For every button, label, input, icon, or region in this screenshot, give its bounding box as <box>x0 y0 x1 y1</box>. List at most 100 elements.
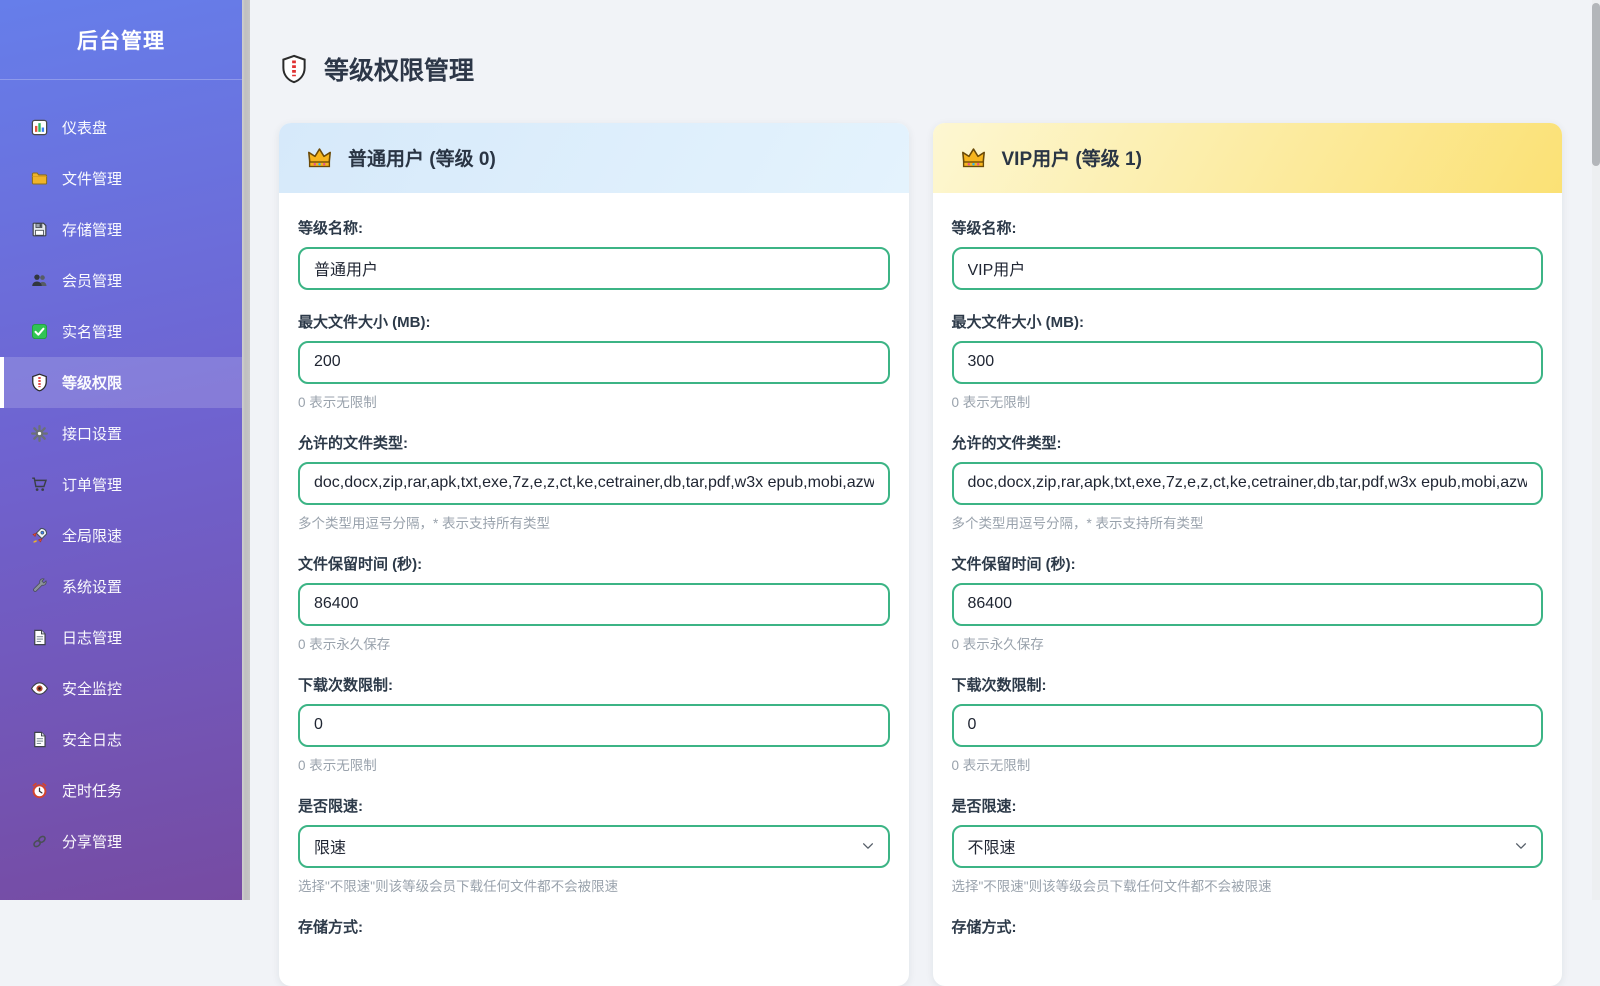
floppy-disk-icon <box>30 220 49 239</box>
level-name-label: 等级名称: <box>952 217 1544 238</box>
sidebar-item-members[interactable]: 会员管理 <box>0 255 242 306</box>
sidebar-item-realname[interactable]: 实名管理 <box>0 306 242 357</box>
speed-limit-field: 是否限速: 限速选择"不限速"则该等级会员下载任何文件都不会被限速 <box>298 795 890 895</box>
allowed-file-types-field: 允许的文件类型: 多个类型用逗号分隔，* 表示支持所有类型 <box>298 432 890 532</box>
download-limit-input[interactable] <box>952 704 1544 747</box>
sidebar-item-label: 订单管理 <box>62 474 122 495</box>
level-name-input[interactable] <box>298 247 890 290</box>
level-card-level-1: VIP用户 (等级 1) 等级名称: 最大文件大小 (MB): 0 表示无限制允许的… <box>933 123 1563 986</box>
sidebar-item-global-rate[interactable]: 全局限速 <box>0 510 242 561</box>
speed-limit-label: 是否限速: <box>298 795 890 816</box>
sidebar-item-label: 安全日志 <box>62 729 122 750</box>
max-file-size-input[interactable] <box>298 341 890 384</box>
sidebar-item-label: 实名管理 <box>62 321 122 342</box>
page-title-text: 等级权限管理 <box>324 51 474 87</box>
sidebar-item-files[interactable]: 文件管理 <box>0 153 242 204</box>
max-file-size-field: 最大文件大小 (MB):0 表示无限制 <box>298 311 890 411</box>
sidebar-item-dashboard[interactable]: 仪表盘 <box>0 102 242 153</box>
sidebar-item-label: 接口设置 <box>62 423 122 444</box>
main-content: 等级权限管理 普通用户 (等级 0) 等级名称: 最大文件大小 (MB): 0 表示… <box>250 0 1600 900</box>
crown-icon <box>306 144 333 171</box>
level-card-header: VIP用户 (等级 1) <box>933 123 1563 193</box>
document-icon <box>30 628 49 647</box>
sidebar-item-orders[interactable]: 订单管理 <box>0 459 242 510</box>
sidebar-item-security-monitor[interactable]: 安全监控 <box>0 663 242 714</box>
level-card-body: 等级名称:最大文件大小 (MB):0 表示无限制允许的文件类型:多个类型用逗号分… <box>933 193 1563 986</box>
retention-time-input[interactable] <box>298 583 890 626</box>
speed-limit-select[interactable]: 不限速 <box>952 825 1544 868</box>
users-icon <box>30 271 49 290</box>
retention-time-hint: 0 表示永久保存 <box>298 633 890 653</box>
download-limit-hint: 0 表示无限制 <box>952 754 1544 774</box>
sidebar-nav: 仪表盘 文件管理 存储管理 会员管理 实名管理 等级权限 接口设置 订单管理 全… <box>0 80 242 867</box>
sidebar-item-cron-tasks[interactable]: 定时任务 <box>0 765 242 816</box>
page-scrollbar-thumb[interactable] <box>1592 3 1600 166</box>
level-name-input[interactable] <box>952 247 1544 290</box>
crown-icon <box>960 144 987 171</box>
max-file-size-input[interactable] <box>952 341 1544 384</box>
sidebar-item-label: 安全监控 <box>62 678 122 699</box>
allowed-file-types-label: 允许的文件类型: <box>952 432 1544 453</box>
level-card-body: 等级名称: 最大文件大小 (MB):0 表示无限制允许的文件类型: 多个类型用逗号分… <box>279 193 909 986</box>
sidebar-item-label: 分享管理 <box>62 831 122 852</box>
cart-icon <box>30 475 49 494</box>
level-card-title: VIP用户 (等级 1) <box>1002 144 1142 171</box>
retention-time-field: 文件保留时间 (秒):0 表示永久保存 <box>298 553 890 653</box>
bar-chart-icon <box>30 118 49 137</box>
retention-time-input[interactable] <box>952 583 1544 626</box>
allowed-file-types-input[interactable] <box>952 462 1544 505</box>
download-limit-field: 下载次数限制: 0 表示无限制 <box>952 674 1544 774</box>
sidebar-item-label: 仪表盘 <box>62 117 107 138</box>
max-file-size-field: 最大文件大小 (MB): 0 表示无限制 <box>952 311 1544 411</box>
sidebar-scrollbar[interactable] <box>242 0 250 900</box>
shield-icon <box>30 373 49 392</box>
speed-limit-select[interactable]: 限速 <box>298 825 890 868</box>
sidebar-item-label: 文件管理 <box>62 168 122 189</box>
level-name-label: 等级名称: <box>298 217 890 238</box>
download-limit-label: 下载次数限制: <box>952 674 1544 695</box>
sidebar-item-security-logs[interactable]: 安全日志 <box>0 714 242 765</box>
sidebar-item-share[interactable]: 分享管理 <box>0 816 242 867</box>
speed-limit-hint: 选择"不限速"则该等级会员下载任何文件都不会被限速 <box>298 875 890 895</box>
download-limit-input[interactable] <box>298 704 890 747</box>
download-limit-label: 下载次数限制: <box>298 674 890 695</box>
allowed-file-types-hint: 多个类型用逗号分隔，* 表示支持所有类型 <box>298 512 890 532</box>
retention-time-hint: 0 表示永久保存 <box>952 633 1544 653</box>
speed-limit-hint: 选择"不限速"则该等级会员下载任何文件都不会被限速 <box>952 875 1544 895</box>
alarm-clock-icon <box>30 781 49 800</box>
wrench-icon <box>30 577 49 596</box>
retention-time-label: 文件保留时间 (秒): <box>952 553 1544 574</box>
storage-method-label: 存储方式: <box>298 916 890 937</box>
sidebar-item-api-settings[interactable]: 接口设置 <box>0 408 242 459</box>
sidebar-item-label: 会员管理 <box>62 270 122 291</box>
speed-limit-select-wrap: 限速 <box>298 825 890 868</box>
rocket-icon <box>30 526 49 545</box>
eye-icon <box>30 679 49 698</box>
sidebar-item-logs[interactable]: 日志管理 <box>0 612 242 663</box>
sidebar-item-levels[interactable]: 等级权限 <box>0 357 242 408</box>
sidebar-item-system-settings[interactable]: 系统设置 <box>0 561 242 612</box>
folder-icon <box>30 169 49 188</box>
level-name-field: 等级名称: <box>952 217 1544 290</box>
sidebar-item-storage[interactable]: 存储管理 <box>0 204 242 255</box>
level-card-title: 普通用户 (等级 0) <box>348 144 496 171</box>
allowed-file-types-input[interactable] <box>298 462 890 505</box>
sidebar-title: 后台管理 <box>0 0 242 80</box>
level-cards-row: 普通用户 (等级 0) 等级名称:最大文件大小 (MB):0 表示无限制允许的文… <box>279 123 1562 986</box>
page-title: 等级权限管理 <box>279 45 1562 87</box>
page-scrollbar[interactable] <box>1592 0 1600 900</box>
sidebar: 后台管理 仪表盘 文件管理 存储管理 会员管理 实名管理 等级权限 接口设置 订… <box>0 0 242 900</box>
speed-limit-field: 是否限速:不限速选择"不限速"则该等级会员下载任何文件都不会被限速 <box>952 795 1544 895</box>
storage-method-label: 存储方式: <box>952 916 1544 937</box>
sidebar-item-label: 系统设置 <box>62 576 122 597</box>
link-icon <box>30 832 49 851</box>
allowed-file-types-label: 允许的文件类型: <box>298 432 890 453</box>
check-box-icon <box>30 322 49 341</box>
app-root: 后台管理 仪表盘 文件管理 存储管理 会员管理 实名管理 等级权限 接口设置 订… <box>0 0 1600 900</box>
max-file-size-hint: 0 表示无限制 <box>952 391 1544 411</box>
chevron-down-icon <box>861 839 875 853</box>
download-limit-hint: 0 表示无限制 <box>298 754 890 774</box>
max-file-size-label: 最大文件大小 (MB): <box>952 311 1544 332</box>
retention-time-field: 文件保留时间 (秒): 0 表示永久保存 <box>952 553 1544 653</box>
shield-icon <box>279 54 309 84</box>
